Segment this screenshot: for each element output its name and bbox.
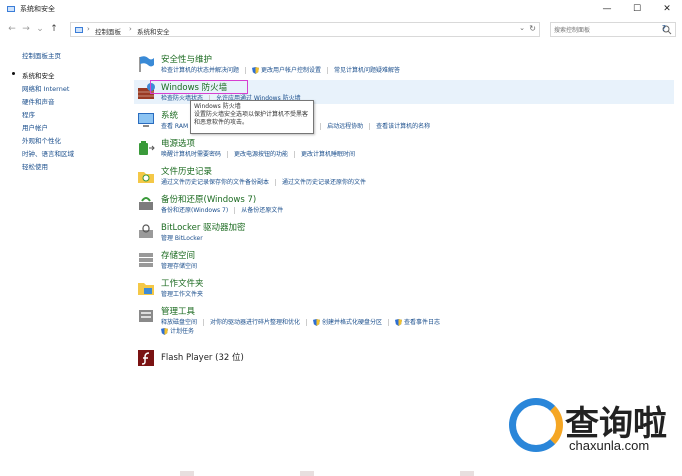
uac-shield-icon <box>161 328 168 335</box>
link-partition[interactable]: 创建并格式化硬盘分区 <box>322 319 382 326</box>
link-defragment[interactable]: 对你的驱动器进行碎片整理和优化 <box>210 319 300 326</box>
sidebar-item-clock-region[interactable]: 时钟、语言和区域 <box>22 148 74 158</box>
sidebar-item-user-accounts[interactable]: 用户帐户 <box>22 122 48 132</box>
link-restore-from-backup[interactable]: 从备份还原文件 <box>241 207 283 214</box>
tooltip-body: 设置防火墙安全选项以保护计算机不受黑客和恶意软件的攻击。 <box>194 111 309 126</box>
flash-player-icon <box>138 350 154 366</box>
breadcrumb-control-panel[interactable]: 控制面板 <box>95 26 121 36</box>
minimize-button[interactable]: — <box>592 0 622 18</box>
sidebar-item-home[interactable]: 控制面板主页 <box>22 50 61 60</box>
annotation-highlight-box <box>150 80 248 94</box>
sidebar-item-network[interactable]: 网络和 Internet <box>22 83 69 93</box>
link-manage-work-folders[interactable]: 管理工作文件夹 <box>161 291 203 298</box>
category-admin-tools: 管理工具 释放磁盘空间 对你的驱动器进行碎片整理和优化 创建并格式化硬盘分区 查看事件… <box>134 304 674 344</box>
link-view-ram[interactable]: 查看 RAM <box>161 123 188 130</box>
link-free-disk-space[interactable]: 释放磁盘空间 <box>161 319 197 326</box>
recent-dropdown-icon[interactable]: ⌄ <box>34 23 46 35</box>
link-remote-assistance[interactable]: 启动远程协助 <box>327 123 363 130</box>
search-input[interactable] <box>554 25 654 35</box>
link-troubleshoot[interactable]: 常见计算机问题疑难解答 <box>334 67 400 74</box>
taskbar-strip <box>0 470 682 476</box>
storage-drives-icon <box>139 253 153 267</box>
category-title[interactable]: 存储空间 <box>161 249 195 261</box>
taskbar-item[interactable] <box>300 471 314 476</box>
uac-shield-icon <box>313 319 321 326</box>
category-title[interactable]: 系统 <box>161 109 178 121</box>
link-manage-bitlocker[interactable]: 管理 BitLocker <box>161 235 203 242</box>
link-computer-name[interactable]: 查看该计算机的名称 <box>376 123 430 130</box>
breadcrumb-separator-icon: › <box>129 25 132 33</box>
breadcrumb-system-security[interactable]: 系统和安全 <box>137 26 170 36</box>
link-manage-storage[interactable]: 管理存储空间 <box>161 263 197 270</box>
sidebar-item-system-security[interactable]: 系统和安全 <box>22 70 55 80</box>
current-item-bullet-icon <box>12 72 15 75</box>
file-history-icon <box>138 172 154 183</box>
computer-icon <box>138 113 154 127</box>
link-sleep-time[interactable]: 更改计算机睡眠时间 <box>301 151 355 158</box>
watermark-logo: 查询啦 chaxunla.com <box>505 390 675 470</box>
taskbar-item[interactable] <box>180 471 194 476</box>
address-field[interactable]: › 控制面板 › 系统和安全 ⌄ ↻ <box>70 22 540 37</box>
sidebar-item-ease-of-access[interactable]: 轻松使用 <box>22 161 48 171</box>
admin-tools-icon <box>139 310 153 322</box>
category-security-maintenance: 安全性与维护 检查计算机的状态并解决问题 更改用户帐户控制设置 常见计算机问题疑难解… <box>134 52 674 82</box>
category-title[interactable]: BitLocker 驱动器加密 <box>161 221 246 233</box>
category-title[interactable]: 备份和还原(Windows 7) <box>161 193 256 205</box>
category-title[interactable]: 管理工具 <box>161 305 195 317</box>
refresh-icon[interactable]: ↻ <box>529 24 536 33</box>
category-title[interactable]: Flash Player (32 位) <box>161 351 244 363</box>
category-flash-player: Flash Player (32 位) <box>134 346 674 376</box>
taskbar-item[interactable] <box>460 471 474 476</box>
category-title[interactable]: 安全性与维护 <box>161 53 212 65</box>
forward-arrow-icon[interactable]: → <box>20 23 32 35</box>
sidebar-item-programs[interactable]: 程序 <box>22 109 35 119</box>
window-title: 系统和安全 <box>20 5 55 13</box>
link-event-log[interactable]: 查看事件日志 <box>404 319 440 326</box>
link-backup-copies[interactable]: 通过文件历史记录保存你的文件备份副本 <box>161 179 269 186</box>
link-task-scheduler[interactable]: 计划任务 <box>170 328 194 335</box>
address-dropdown-icon[interactable]: ⌄ <box>519 24 525 32</box>
address-bar: ← → ⌄ ↑ › 控制面板 › 系统和安全 ⌄ ↻ ? <box>0 18 682 40</box>
watermark-domain-text: chaxunla.com <box>569 438 650 453</box>
power-battery-icon <box>139 141 155 155</box>
category-bitlocker: BitLocker 驱动器加密 管理 BitLocker <box>134 220 674 250</box>
link-backup-restore[interactable]: 备份和还原(Windows 7) <box>161 207 228 214</box>
link-restore-files[interactable]: 通过文件历史记录还原你的文件 <box>282 179 366 186</box>
close-button[interactable]: ✕ <box>652 0 682 18</box>
drive-lock-icon <box>139 224 153 238</box>
breadcrumb-separator-icon: › <box>87 25 90 33</box>
control-panel-icon <box>75 27 83 33</box>
category-title[interactable]: 文件历史记录 <box>161 165 212 177</box>
sidebar-item-appearance[interactable]: 外观和个性化 <box>22 135 61 145</box>
backup-icon <box>139 197 153 210</box>
category-storage-spaces: 存储空间 管理存储空间 <box>134 248 674 278</box>
category-power-options: 电源选项 唤醒计算机时需要密码 更改电源按钮的功能 更改计算机睡眠时间 <box>134 136 674 166</box>
category-backup-restore: 备份和还原(Windows 7) 备份和还原(Windows 7) 从备份还原文件 <box>134 192 674 222</box>
sidebar: 控制面板主页 系统和安全 网络和 Internet 硬件和声音 程序 用户帐户 … <box>0 40 130 476</box>
link-wake-password[interactable]: 唤醒计算机时需要密码 <box>161 151 221 158</box>
link-check-status[interactable]: 检查计算机的状态并解决问题 <box>161 67 239 74</box>
uac-shield-icon <box>252 67 260 74</box>
category-work-folders: 工作文件夹 管理工作文件夹 <box>134 276 674 306</box>
title-bar: 系统和安全 — ☐ ✕ <box>0 0 682 18</box>
firewall-tooltip: Windows 防火墙 设置防火墙安全选项以保护计算机不受黑客和恶意软件的攻击。 <box>190 100 314 134</box>
tooltip-title: Windows 防火墙 <box>194 103 241 110</box>
maximize-button[interactable]: ☐ <box>622 0 652 18</box>
help-icon[interactable]: ? <box>654 21 674 36</box>
up-arrow-icon[interactable]: ↑ <box>48 23 60 35</box>
work-folder-icon <box>138 283 154 295</box>
link-power-button[interactable]: 更改电源按钮的功能 <box>234 151 288 158</box>
watermark-ring-icon <box>509 398 563 452</box>
category-title[interactable]: 工作文件夹 <box>161 277 204 289</box>
category-file-history: 文件历史记录 通过文件历史记录保存你的文件备份副本 通过文件历史记录还原你的文件 <box>134 164 674 194</box>
link-uac-settings[interactable]: 更改用户帐户控制设置 <box>261 67 321 74</box>
uac-shield-icon <box>395 319 403 326</box>
back-arrow-icon[interactable]: ← <box>6 23 18 35</box>
flag-icon <box>139 56 154 72</box>
control-panel-icon <box>7 6 15 12</box>
category-title[interactable]: 电源选项 <box>161 137 195 149</box>
sidebar-item-hardware[interactable]: 硬件和声音 <box>22 96 55 106</box>
